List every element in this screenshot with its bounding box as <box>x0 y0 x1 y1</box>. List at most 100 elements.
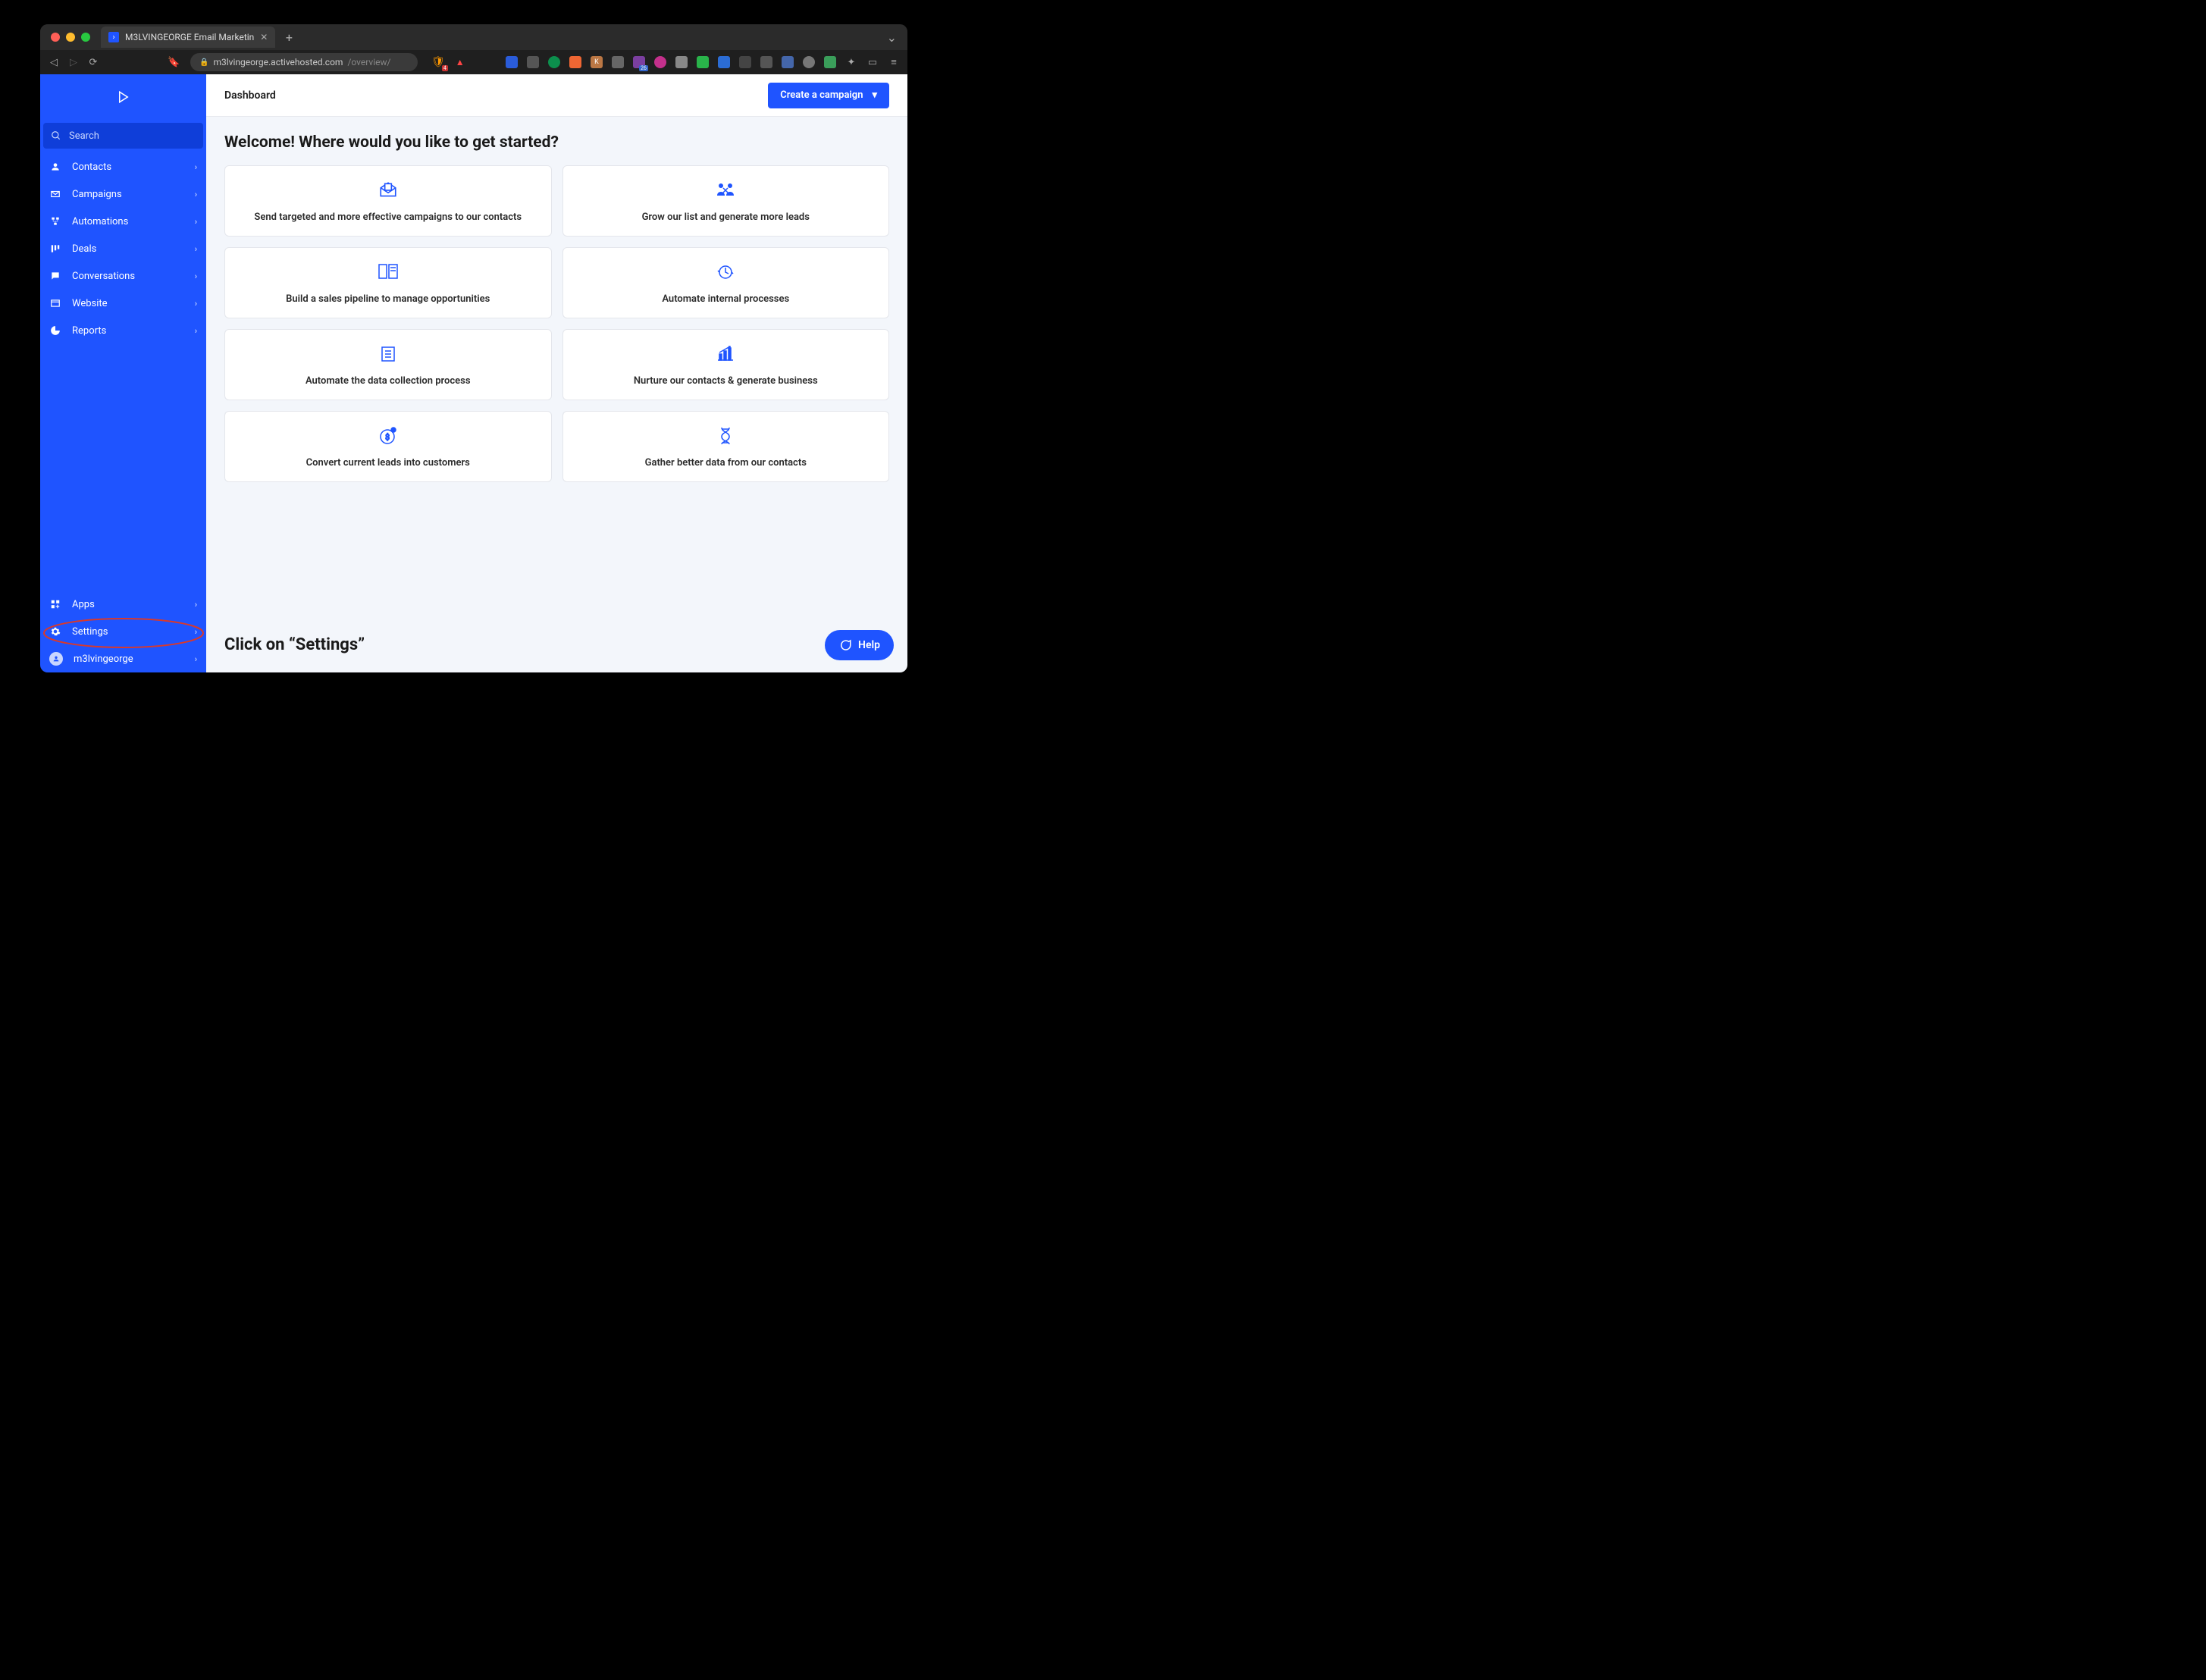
card-label: Automate the data collection process <box>306 375 471 387</box>
svg-text:$: $ <box>385 432 390 442</box>
card-sales-pipeline[interactable]: Build a sales pipeline to manage opportu… <box>224 247 552 318</box>
callout-text: Click on “Settings” <box>224 635 365 654</box>
close-tab-icon[interactable]: ✕ <box>260 32 268 42</box>
extension-icon[interactable]: K <box>591 56 603 68</box>
card-send-campaigns[interactable]: Send targeted and more effective campaig… <box>224 165 552 237</box>
help-button[interactable]: Help <box>825 630 894 660</box>
extension-icon[interactable] <box>697 56 709 68</box>
reload-button[interactable]: ⟳ <box>87 57 99 68</box>
tabs-chevron-icon[interactable]: ⌄ <box>887 30 897 45</box>
checklist-icon <box>379 343 397 365</box>
devices-icon <box>377 262 400 283</box>
extension-icon[interactable] <box>548 56 560 68</box>
extensions-row: K 26 ✦ ▭ ≡ <box>506 56 900 68</box>
extension-badge-count: 26 <box>639 65 648 71</box>
card-automate-data[interactable]: Automate the data collection process <box>224 329 552 400</box>
lock-icon: 🔒 <box>199 58 208 67</box>
username: m3lvingeorge <box>74 654 133 665</box>
search-icon <box>51 130 61 141</box>
close-window-button[interactable] <box>51 33 60 42</box>
url-bar: ◁ ▷ ⟳ 🔖 🔒 m3lvingeorge.activehosted.com/… <box>40 50 907 74</box>
search-placeholder: Search <box>69 130 99 142</box>
sidebar-item-label: Campaigns <box>72 189 122 200</box>
extension-icon[interactable] <box>527 56 539 68</box>
extension-icon[interactable] <box>675 56 688 68</box>
dollar-circle-icon: $+ <box>378 425 398 447</box>
extensions-puzzle-icon[interactable]: ✦ <box>845 57 857 68</box>
forward-button[interactable]: ▷ <box>67 57 80 68</box>
sidebar-item-website[interactable]: Website › <box>40 290 206 317</box>
card-nurture-contacts[interactable]: Nurture our contacts & generate business <box>562 329 890 400</box>
create-campaign-button[interactable]: Create a campaign ▾ <box>768 83 889 108</box>
gear-icon <box>49 626 61 637</box>
extension-icon[interactable] <box>739 56 751 68</box>
card-automate-internal[interactable]: Automate internal processes <box>562 247 890 318</box>
sidebar-user-row[interactable]: m3lvingeorge › <box>40 645 206 672</box>
caret-down-icon: ▾ <box>872 89 877 101</box>
card-label: Convert current leads into customers <box>306 457 470 469</box>
search-input[interactable]: Search <box>43 123 203 149</box>
extension-icon[interactable]: 26 <box>633 56 645 68</box>
wallet-icon[interactable]: ▭ <box>866 57 879 68</box>
extension-icon[interactable] <box>612 56 624 68</box>
card-grid: Send targeted and more effective campaig… <box>224 165 889 482</box>
nav-list: Contacts › Campaigns › Automations › Dea… <box>40 153 206 344</box>
sidebar-item-label: Automations <box>72 216 128 227</box>
card-grow-list[interactable]: Grow our list and generate more leads <box>562 165 890 237</box>
chevron-right-icon: › <box>195 217 197 227</box>
sidebar-item-label: Settings <box>72 626 108 638</box>
sidebar-item-settings[interactable]: Settings › <box>40 618 206 645</box>
browser-window: › M3LVINGEORGE Email Marketin ✕ + ⌄ ◁ ▷ … <box>40 24 907 672</box>
extension-icon[interactable] <box>718 56 730 68</box>
browser-tab[interactable]: › M3LVINGEORGE Email Marketin ✕ <box>101 27 275 48</box>
extension-icon[interactable] <box>803 56 815 68</box>
window-icon <box>49 298 61 309</box>
extension-icon[interactable] <box>506 56 518 68</box>
chevron-right-icon: › <box>195 299 197 309</box>
extension-icon[interactable] <box>760 56 772 68</box>
content: Welcome! Where would you like to get sta… <box>206 117 907 499</box>
pie-chart-icon <box>49 325 61 336</box>
growth-chart-icon <box>716 343 735 365</box>
envelope-icon <box>49 189 61 199</box>
extension-icon[interactable] <box>654 56 666 68</box>
extension-icon[interactable] <box>782 56 794 68</box>
card-label: Build a sales pipeline to manage opportu… <box>286 293 490 305</box>
minimize-window-button[interactable] <box>66 33 75 42</box>
menu-icon[interactable]: ≡ <box>888 56 900 68</box>
sidebar-item-campaigns[interactable]: Campaigns › <box>40 180 206 208</box>
apps-icon <box>49 599 61 610</box>
sidebar-item-label: Reports <box>72 325 106 337</box>
back-button[interactable]: ◁ <box>48 57 60 68</box>
avatar <box>49 652 63 666</box>
sidebar-item-contacts[interactable]: Contacts › <box>40 153 206 180</box>
tab-favicon: › <box>108 32 119 42</box>
sidebar-item-conversations[interactable]: Conversations › <box>40 262 206 290</box>
new-tab-button[interactable]: + <box>281 30 296 45</box>
card-label: Send targeted and more effective campaig… <box>254 212 522 223</box>
url-host: m3lvingeorge.activehosted.com <box>213 57 343 67</box>
chat-bubble-icon <box>838 638 852 652</box>
sidebar-item-deals[interactable]: Deals › <box>40 235 206 262</box>
sidebar-item-reports[interactable]: Reports › <box>40 317 206 344</box>
chat-icon <box>49 271 61 281</box>
chevron-right-icon: › <box>195 162 197 172</box>
sidebar-item-apps[interactable]: Apps › <box>40 591 206 618</box>
sidebar-item-automations[interactable]: Automations › <box>40 208 206 235</box>
address-bar[interactable]: 🔒 m3lvingeorge.activehosted.com/overview… <box>190 53 418 71</box>
card-gather-data[interactable]: Gather better data from our contacts <box>562 411 890 482</box>
card-label: Grow our list and generate more leads <box>642 212 810 223</box>
extension-icon[interactable] <box>824 56 836 68</box>
extension-icon[interactable] <box>569 56 581 68</box>
svg-text:+: + <box>391 427 395 434</box>
app-logo[interactable] <box>40 74 206 120</box>
maximize-window-button[interactable] <box>81 33 90 42</box>
sitemap-icon <box>49 216 61 227</box>
window-controls <box>51 33 90 42</box>
page-title: Dashboard <box>224 89 276 102</box>
sidebar-item-label: Deals <box>72 243 96 255</box>
bookmark-icon[interactable]: 🔖 <box>168 57 180 68</box>
shield-icon[interactable]: 🛡4 <box>431 56 445 68</box>
warning-icon[interactable]: ▲ <box>456 57 465 67</box>
card-convert-leads[interactable]: $+ Convert current leads into customers <box>224 411 552 482</box>
